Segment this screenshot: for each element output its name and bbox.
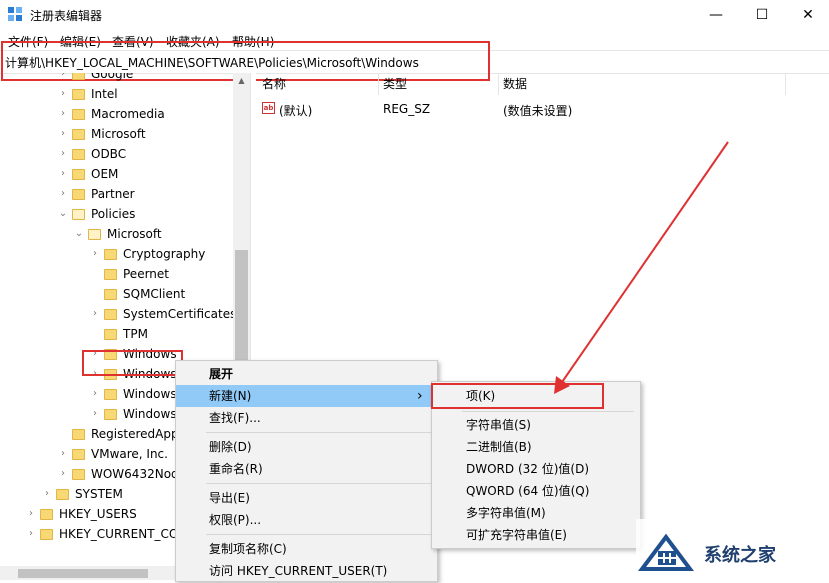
watermark-text: 系统之家 (704, 545, 776, 566)
annotation-arrow (554, 141, 729, 394)
watermark-logo: 系统之家 (636, 519, 829, 580)
